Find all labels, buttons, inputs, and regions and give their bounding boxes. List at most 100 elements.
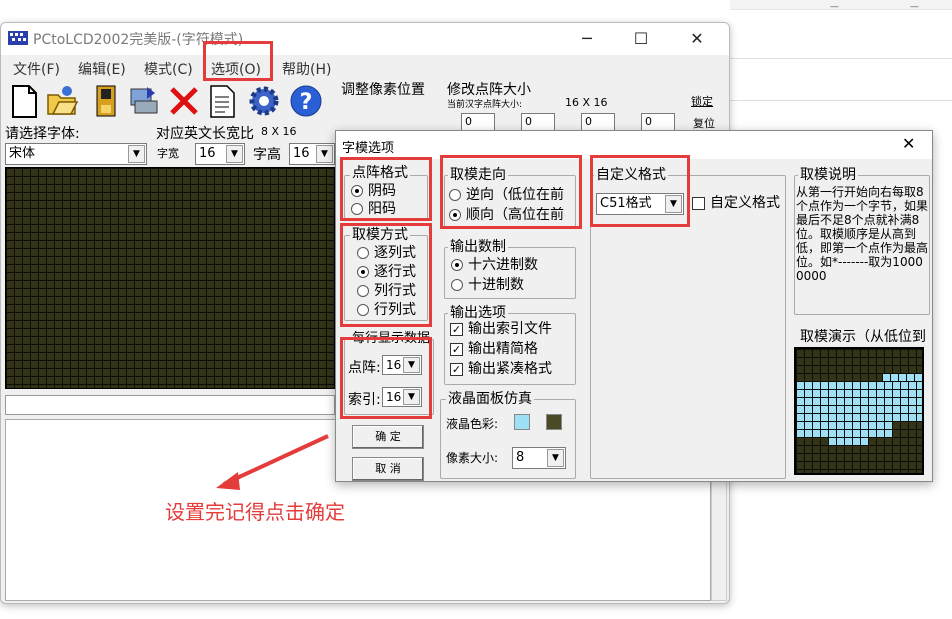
export-icon[interactable]	[127, 83, 161, 119]
dialog-close-button[interactable]: ✕	[902, 134, 915, 153]
app-icon	[8, 31, 28, 45]
open-folder-icon[interactable]	[45, 83, 79, 119]
demo-pixel-fill	[828, 437, 868, 445]
lcd-color-label: 液晶色彩:	[446, 417, 499, 431]
background-minimize-icon: —	[830, 2, 839, 12]
char-height-select[interactable]: 16 ▼	[289, 143, 335, 165]
demo-grid	[796, 349, 922, 473]
checkbox-label: 输出索引文件	[468, 321, 552, 337]
background-maximize-icon: —	[910, 2, 919, 12]
demo-panel	[794, 347, 924, 475]
minimize-button[interactable]: ─	[567, 27, 607, 51]
size-input-3-value: 0	[585, 115, 592, 128]
char-width-select[interactable]: 16 ▼	[195, 143, 245, 165]
checkbox-index-file[interactable]: ✓ 输出索引文件	[450, 321, 574, 337]
menu-edit[interactable]: 编辑(E)	[78, 59, 126, 79]
char-width-label: 字宽	[157, 147, 179, 160]
checkbox-label: 输出紧凑格式	[468, 361, 552, 377]
radio-label: 十六进制数	[468, 257, 538, 273]
size-input-4-value: 0	[645, 115, 652, 128]
output-base-title: 输出数制	[448, 239, 508, 255]
dialog-title: 字模选项	[342, 141, 395, 156]
save-icon[interactable]	[89, 83, 123, 119]
char-height-value: 16	[293, 146, 310, 161]
highlight-per-line	[340, 337, 432, 419]
checkbox-compact[interactable]: ✓ 输出精简格	[450, 341, 574, 357]
demo-pixel-fill	[796, 389, 922, 421]
cancel-button[interactable]: 取 消	[352, 457, 424, 481]
chevron-down-icon: ▼	[547, 449, 564, 467]
checkbox-icon	[692, 197, 705, 210]
pixel-grid[interactable]	[5, 167, 335, 389]
menu-help[interactable]: 帮助(H)	[282, 59, 331, 79]
checkbox-label: 自定义格式	[710, 195, 780, 211]
checkmark-icon: ✓	[450, 343, 463, 356]
lcd-color-swatch[interactable]	[514, 414, 530, 430]
current-size-value: 16 X 16	[565, 96, 608, 109]
settings-icon[interactable]	[247, 83, 281, 119]
radio-dot-icon	[451, 259, 463, 271]
close-button[interactable]: ✕	[677, 27, 717, 51]
radio-decimal[interactable]: 十进制数	[450, 277, 524, 293]
demo-pixel-fill	[796, 421, 892, 437]
background-divider-2	[730, 100, 952, 101]
document-icon[interactable]	[205, 83, 239, 119]
size-input-1-value: 0	[465, 115, 472, 128]
font-label: 请选择字体:	[5, 126, 80, 142]
adjust-pixel-label: 调整像素位置	[341, 82, 425, 98]
size-input-2[interactable]: 0	[521, 113, 555, 131]
size-input-1[interactable]: 0	[461, 113, 495, 131]
checkmark-icon: ✓	[450, 323, 463, 336]
new-file-icon[interactable]	[7, 83, 41, 119]
demo-pixel-fill	[882, 373, 922, 381]
background-divider	[730, 58, 952, 59]
radio-hex[interactable]: 十六进制数	[450, 257, 538, 273]
checkbox-label: 输出精简格	[468, 341, 538, 357]
svg-text:?: ?	[300, 90, 313, 115]
dark-color-swatch[interactable]	[546, 414, 562, 430]
ok-button[interactable]: 确 定	[352, 425, 424, 449]
pixel-size-select[interactable]: 8 ▼	[512, 447, 566, 469]
current-size-label: 当前汉字点阵大小:	[447, 100, 523, 110]
menu-file[interactable]: 文件(F)	[13, 59, 60, 79]
font-select[interactable]: 宋体 ▼	[5, 143, 147, 165]
char-width-value: 16	[199, 146, 216, 161]
description-text: 从第一行开始向右每取8个点作为一个字节，如果最后不足8个点就补满8位。取模顺序是…	[796, 185, 928, 283]
font-select-value: 宋体	[9, 146, 36, 161]
highlight-dot-format	[340, 157, 432, 221]
highlight-scan-mode	[340, 223, 432, 327]
output-options-title: 输出选项	[448, 305, 508, 321]
checkbox-custom-format[interactable]: 自定义格式	[692, 195, 782, 211]
reset-button[interactable]: 复位	[693, 115, 715, 131]
help-icon[interactable]: ?	[289, 83, 323, 119]
pixel-size-label: 像素大小:	[446, 451, 499, 465]
title-bar: PCtoLCD2002完美版-(字符模式) ─ ☐ ✕	[1, 23, 729, 55]
aspect-ratio-value: 8 X 16	[261, 125, 297, 138]
maximize-button[interactable]: ☐	[621, 27, 661, 51]
annotation-arrow-icon	[216, 434, 329, 490]
description-title: 取模说明	[798, 167, 858, 183]
highlight-direction	[440, 155, 582, 229]
menu-bar: 文件(F) 编辑(E) 模式(C) 选项(O) 帮助(H)	[1, 55, 729, 79]
radio-label: 十进制数	[468, 277, 524, 293]
text-input[interactable]	[5, 395, 335, 415]
annotation-text: 设置完记得点击确定	[165, 500, 345, 524]
aspect-ratio-label: 对应英文长宽比	[156, 126, 254, 142]
radio-dot-icon	[451, 279, 463, 291]
modify-size-label: 修改点阵大小	[447, 82, 531, 98]
checkbox-tight[interactable]: ✓ 输出紧凑格式	[450, 361, 574, 377]
chevron-down-icon: ▼	[128, 145, 145, 163]
checkmark-icon: ✓	[450, 363, 463, 376]
demo-title: 取模演示（从低位到	[798, 329, 930, 345]
size-input-2-value: 0	[525, 115, 532, 128]
delete-icon[interactable]	[167, 83, 201, 119]
size-input-4[interactable]: 0	[641, 113, 675, 131]
highlight-options-menu	[203, 41, 273, 81]
menu-mode[interactable]: 模式(C)	[144, 59, 193, 79]
toolbar: ?	[1, 79, 331, 123]
lcd-sim-title: 液晶面板仿真	[446, 391, 534, 407]
lock-button[interactable]: 锁定	[691, 93, 713, 109]
size-input-3[interactable]: 0	[581, 113, 615, 131]
demo-pixel-fill	[796, 381, 922, 389]
chevron-down-icon: ▼	[226, 145, 243, 163]
